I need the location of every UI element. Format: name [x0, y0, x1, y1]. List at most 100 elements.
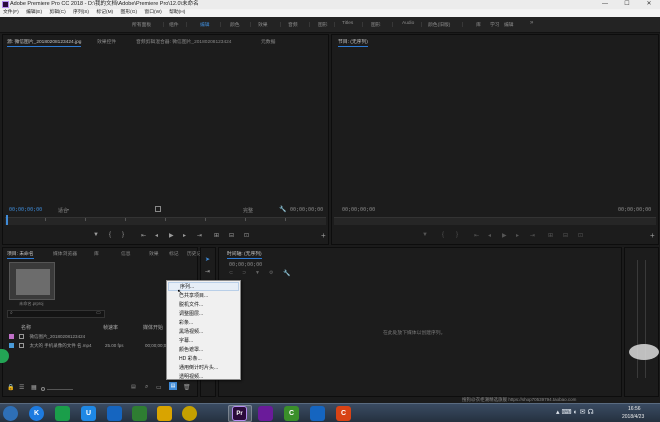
play-icon[interactable]: ▶ [169, 232, 174, 239]
icon-view-icon[interactable]: ▦ [31, 384, 37, 391]
camera-icon[interactable]: ⊡ [578, 232, 583, 239]
capture-icon[interactable]: C [336, 406, 351, 421]
mark-in-icon[interactable]: { [109, 232, 111, 238]
track-select-tool-icon[interactable]: ⇥ [205, 268, 210, 275]
tab-timeline[interactable]: 时间轴: (无序列) [227, 250, 262, 259]
linked-selection-icon[interactable]: ⊃ [242, 270, 246, 276]
workspace-tab-color-legacy[interactable]: 颜色(旧版) [428, 21, 450, 28]
wechat-icon[interactable] [55, 406, 70, 421]
workspace-tab-learn[interactable]: 学习 [490, 21, 500, 28]
add-marker-icon[interactable]: ▼ [255, 270, 260, 276]
lock-icon[interactable]: 🔒 [7, 384, 14, 391]
floating-widget[interactable] [629, 344, 659, 360]
clock-date[interactable]: 2018/4/23 [622, 414, 644, 420]
search-input[interactable]: ⌕ [7, 310, 105, 318]
menu-file[interactable]: 文件(F) [3, 10, 19, 15]
workspace-tab-graphics-2[interactable]: 图形 [371, 21, 381, 28]
source-time-ruler[interactable] [5, 217, 326, 225]
close-button[interactable]: ✕ [638, 0, 660, 9]
floating-side-button[interactable] [0, 349, 9, 363]
camtasia-icon[interactable]: C [284, 406, 299, 421]
clock-time[interactable]: 16:56 [628, 406, 641, 412]
menu-item-offline-file[interactable]: 脱机文件... [179, 301, 203, 308]
program-timecode[interactable]: 00;00;00;00 [342, 207, 375, 213]
zoom-slider[interactable] [47, 389, 73, 390]
go-to-in-icon[interactable]: ⇤ [141, 232, 146, 239]
new-item-button[interactable]: ▤ [169, 382, 177, 390]
menu-item-countdown[interactable]: 通用倒计时片头... [179, 364, 218, 371]
step-back-icon[interactable]: ◂ [488, 232, 491, 239]
menu-item-black-video[interactable]: 黑场视频... [179, 328, 203, 335]
overwrite-icon[interactable]: ⊟ [229, 232, 234, 239]
add-button[interactable]: + [650, 231, 655, 240]
workspace-tab-all-panels[interactable]: 所有面板 [132, 21, 151, 28]
menu-item-adjustment-layer[interactable]: 调整图层... [179, 310, 203, 317]
workspace-tab-library[interactable]: 库 [476, 21, 481, 28]
minimize-button[interactable]: — [594, 0, 616, 9]
timeline-timecode[interactable]: 00;00;00;00 [229, 262, 262, 268]
menu-item-transparent-video[interactable]: 透明视频... [179, 373, 203, 380]
snap-icon[interactable]: ⊂ [229, 270, 233, 276]
automate-to-sequence-icon[interactable]: ▤ [131, 384, 136, 390]
column-header-fps[interactable]: 帧速率 [103, 324, 118, 331]
list-item[interactable]: 太大的 手机录像的文件 名.mp4 25.00 fps 00;00;00;00 [9, 341, 187, 350]
selection-tool-icon[interactable]: ➤ [205, 256, 210, 263]
maximize-button[interactable]: ☐ [616, 0, 638, 9]
menu-marker[interactable]: 标记(M) [96, 10, 113, 15]
workspace-tab-audio-2[interactable]: Audio [402, 21, 414, 26]
insert-icon[interactable]: ⊞ [214, 232, 219, 239]
folder-icon[interactable] [157, 406, 172, 421]
clear-icon[interactable]: 🗑 [183, 384, 191, 391]
menu-item-hd-bars[interactable]: HD 彩条... [179, 355, 202, 362]
tab-program[interactable]: 节目: (无序列) [338, 38, 368, 47]
go-to-out-icon[interactable]: ⇥ [197, 232, 202, 239]
screen-icon[interactable] [107, 406, 122, 421]
menu-graphics[interactable]: 图形(G) [121, 10, 138, 15]
wrench-icon[interactable]: 🔧 [283, 270, 290, 277]
lift-icon[interactable]: ⊞ [548, 232, 553, 239]
upan-icon[interactable]: U [81, 406, 96, 421]
step-forward-icon[interactable]: ▸ [516, 232, 519, 239]
menu-item-bars-tone[interactable]: 彩条... [179, 319, 193, 326]
quality-dropdown[interactable]: 完整 [243, 207, 253, 214]
tab-audio-clip-mixer[interactable]: 音频剪辑混合器: 微信图片_20180208123424 [136, 38, 231, 45]
add-button[interactable]: + [321, 231, 326, 240]
menu-item-captions[interactable]: 字幕... [179, 337, 193, 344]
mark-out-icon[interactable]: } [456, 232, 458, 238]
go-to-out-icon[interactable]: ⇥ [530, 232, 535, 239]
column-header-name[interactable]: 名称 [21, 324, 31, 331]
workspace-tab-effects[interactable]: 效果 [258, 21, 268, 28]
column-header-media-start[interactable]: 媒体开始 [143, 324, 163, 331]
tab-source[interactable]: 源: 微信图片_20180208123424.jpg [7, 38, 82, 47]
workspace-tab-assembly[interactable]: 组件 [169, 21, 179, 28]
tab-project[interactable]: 项目: 未命名 [7, 250, 34, 259]
tab-media-browser[interactable]: 媒体浏览器 [53, 250, 77, 257]
workspace-tab-editing-2[interactable]: 编辑 [504, 21, 514, 28]
360-icon[interactable] [182, 406, 197, 421]
workspace-tab-audio[interactable]: 音频 [288, 21, 298, 28]
camera-icon[interactable]: ⊡ [244, 232, 249, 239]
settings-icon[interactable] [155, 206, 161, 212]
kugou-icon[interactable]: K [29, 406, 44, 421]
new-bin-icon[interactable]: ▭ [96, 310, 101, 316]
workspace-tab-graphics[interactable]: 图形 [318, 21, 328, 28]
more-workspaces-icon[interactable]: » [530, 20, 533, 26]
step-back-icon[interactable]: ◂ [155, 232, 158, 239]
menu-item-color-matte[interactable]: 颜色遮罩... [179, 346, 203, 353]
search-icon[interactable]: ⌕ [145, 384, 148, 391]
workspace-tab-titles[interactable]: Titles [342, 21, 353, 26]
tab-markers[interactable]: 标记 [169, 250, 179, 257]
chevron-down-icon[interactable]: ▾ [67, 207, 69, 212]
tray-icons[interactable]: ▴ ⌨ ◐ ✉ ☊ [556, 408, 594, 416]
media-encoder-icon[interactable] [258, 406, 273, 421]
zoom-slider-handle[interactable] [41, 387, 45, 391]
mark-in-icon[interactable]: { [442, 232, 444, 238]
mark-out-icon[interactable]: } [122, 232, 124, 238]
browser-icon[interactable] [132, 406, 147, 421]
new-bin-icon[interactable]: ▭ [156, 384, 162, 391]
source-timecode[interactable]: 00;00;00;00 [9, 207, 42, 213]
go-to-in-icon[interactable]: ⇤ [474, 232, 479, 239]
windows-start-icon[interactable] [3, 406, 18, 421]
play-icon[interactable]: ▶ [502, 232, 507, 239]
add-marker-icon[interactable]: ▼ [422, 232, 428, 238]
